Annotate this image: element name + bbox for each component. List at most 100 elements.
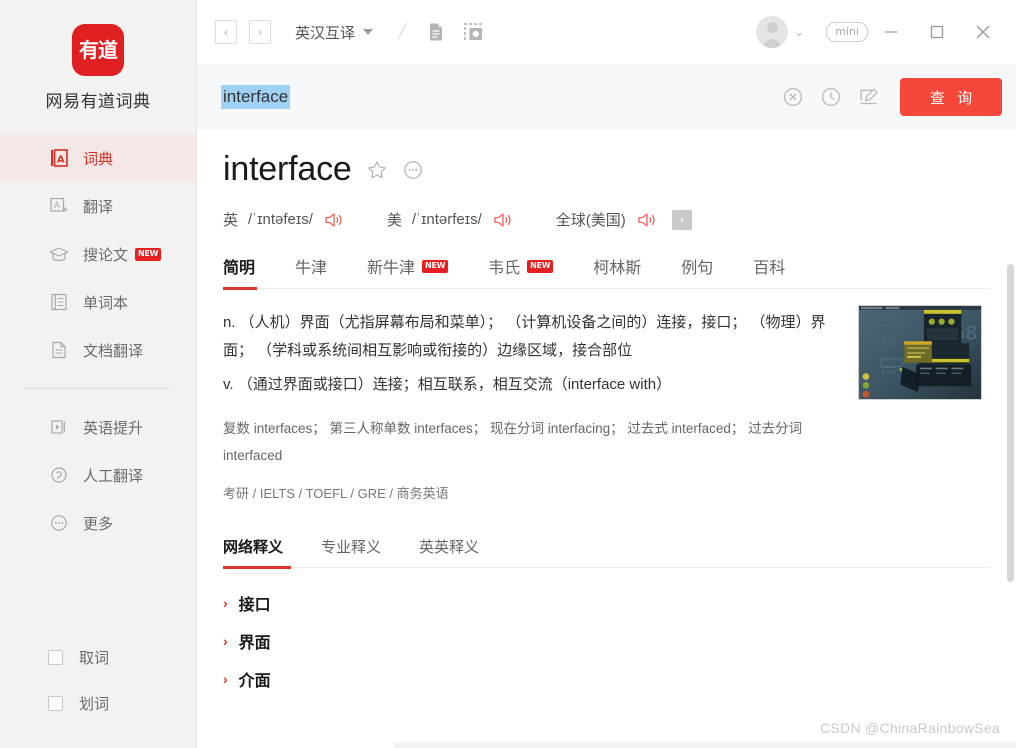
- thumbnail-image: 58 ne: [859, 306, 981, 399]
- tab-webster[interactable]: 韦氏 NEW: [488, 254, 554, 288]
- pronunciation-phonetic: /ˈɪntərfeɪs/: [411, 211, 482, 228]
- web-entries-list: › 接口 › 界面 › 介面: [223, 584, 990, 698]
- avatar[interactable]: [756, 16, 789, 48]
- avatar-chevron-down-icon[interactable]: ⌄: [794, 25, 804, 39]
- tab-label: 英英释义: [419, 539, 480, 556]
- svg-text:A: A: [54, 201, 60, 211]
- avatar-body: [762, 39, 783, 48]
- forward-button[interactable]: ›: [249, 20, 271, 44]
- sidebar-item-search-paper[interactable]: 搜论文 NEW: [0, 230, 196, 278]
- sidebar-bottom: 取词 划词: [0, 634, 196, 748]
- sidebar-nav: A 词典 A 翻译 搜论文 NEW 单词本 文档翻译 英语提升 人工翻译 更多: [0, 134, 196, 547]
- tab-label: 专业释义: [321, 539, 382, 556]
- sidebar-item-dictionary[interactable]: A 词典: [0, 134, 196, 182]
- checkbox-row-huaci[interactable]: 划词: [0, 680, 196, 726]
- new-badge: NEW: [135, 247, 162, 261]
- chevron-right-icon: ›: [223, 671, 228, 687]
- scrollbar[interactable]: [1007, 260, 1014, 748]
- tab-professional-definition[interactable]: 专业释义: [321, 536, 381, 567]
- sidebar-item-wordbook[interactable]: 单词本: [0, 278, 196, 326]
- checkbox-label: 划词: [79, 695, 110, 713]
- sidebar-item-label: 单词本: [83, 294, 129, 312]
- language-mode-label: 英汉互译: [295, 24, 356, 42]
- sidebar-item-label: 英语提升: [83, 419, 144, 437]
- tab-english-definition[interactable]: 英英释义: [419, 536, 479, 567]
- document-tool-icon[interactable]: [419, 17, 453, 47]
- more-circle-icon: [48, 512, 70, 534]
- tab-encyclopedia[interactable]: 百科: [753, 254, 785, 288]
- mini-mode-button[interactable]: mini: [826, 22, 868, 42]
- list-item[interactable]: › 介面: [223, 660, 990, 698]
- clear-icon[interactable]: [774, 78, 812, 116]
- search-input[interactable]: interface: [221, 84, 774, 110]
- sidebar-item-translate[interactable]: A 翻译: [0, 182, 196, 230]
- bottom-strip: [394, 742, 1016, 748]
- checkbox-row-quci[interactable]: 取词: [0, 634, 196, 680]
- tab-label: 新牛津: [367, 260, 416, 277]
- pronunciation-region: 全球(美国): [555, 212, 626, 229]
- tab-jianming[interactable]: 简明: [223, 254, 258, 290]
- tab-collins[interactable]: 柯林斯: [593, 254, 641, 288]
- definition-noun: n. （人机）界面（尤指屏幕布局和菜单）； （计算机设备之间的）连接，接口； （…: [223, 314, 826, 359]
- search-bar: interface 查 询: [197, 64, 1016, 130]
- list-item[interactable]: › 界面: [223, 622, 990, 660]
- tab-label: 韦氏: [488, 260, 521, 277]
- sidebar-item-more[interactable]: 更多: [0, 499, 196, 547]
- brand-name: 网易有道词典: [45, 92, 151, 111]
- document-icon: [48, 339, 70, 361]
- chevron-right-icon: ›: [223, 633, 228, 649]
- language-mode-selector[interactable]: 英汉互译: [295, 22, 374, 43]
- headset-icon: [48, 464, 70, 486]
- scrollbar-thumb[interactable]: [1007, 264, 1014, 582]
- chevron-down-icon: [363, 29, 374, 35]
- new-badge: NEW: [527, 259, 554, 273]
- tab-examples[interactable]: 例句: [681, 254, 713, 288]
- history-icon[interactable]: [812, 78, 850, 116]
- pronunciation-row: 英 /ˈɪntəfeɪs/ 美 /ˈɪntərfeɪs/ 全球(美国) ›: [223, 209, 990, 230]
- sidebar-item-human-translate[interactable]: 人工翻译: [0, 451, 196, 499]
- more-circle-icon[interactable]: [402, 159, 424, 181]
- checkbox-huaci[interactable]: [48, 695, 63, 711]
- list-item-label: 界面: [238, 635, 271, 652]
- page-title: interface: [223, 150, 352, 188]
- speaker-icon[interactable]: [323, 210, 345, 230]
- screenshot-tool-icon[interactable]: [457, 17, 491, 47]
- list-item[interactable]: › 接口: [223, 584, 990, 622]
- minimize-button[interactable]: [868, 9, 914, 55]
- title-bar: ‹ › 英汉互译 / ⌄ mini: [197, 0, 1016, 64]
- pronunciation-us: 美 /ˈɪntərfeɪs/: [387, 209, 514, 230]
- window-controls: ⌄ mini: [756, 9, 1016, 55]
- web-definition-tabs: 网络释义 专业释义 英英释义: [223, 536, 990, 569]
- pronunciation-region: 美: [386, 212, 402, 229]
- entry-thumbnail[interactable]: 58 ne: [858, 305, 982, 400]
- close-button[interactable]: [960, 9, 1006, 55]
- tab-web-definition[interactable]: 网络释义: [223, 536, 292, 569]
- handwrite-icon[interactable]: [850, 78, 888, 116]
- speaker-icon[interactable]: [636, 210, 658, 230]
- star-outline-icon[interactable]: [366, 159, 388, 181]
- query-button[interactable]: 查 询: [900, 78, 1002, 116]
- sidebar: 有道 网易有道词典 A 词典 A 翻译 搜论文 NEW 单词本 文档翻译 英语提…: [0, 0, 197, 748]
- new-badge: NEW: [422, 259, 449, 273]
- checkbox-quci[interactable]: [48, 649, 63, 665]
- pronunciation-region: 英: [223, 212, 239, 229]
- tab-label: 百科: [753, 260, 786, 277]
- tab-label: 例句: [681, 260, 714, 277]
- chevron-right-icon: ›: [223, 595, 228, 611]
- back-button[interactable]: ‹: [215, 20, 237, 44]
- tab-oxford[interactable]: 牛津: [295, 254, 327, 288]
- youdao-logo-icon: 有道: [72, 24, 124, 76]
- sidebar-item-label: 文档翻译: [83, 342, 144, 360]
- tab-label: 简明: [223, 260, 256, 277]
- tab-new-oxford[interactable]: 新牛津 NEW: [367, 254, 449, 288]
- sidebar-item-doc-translate[interactable]: 文档翻译: [0, 326, 196, 374]
- sidebar-item-english-boost[interactable]: 英语提升: [0, 403, 196, 451]
- tab-label: 牛津: [295, 260, 328, 277]
- app-window: 有道 网易有道词典 A 词典 A 翻译 搜论文 NEW 单词本 文档翻译 英语提…: [0, 0, 1016, 748]
- dictionary-tabs: 简明 牛津 新牛津 NEW 韦氏 NEW 柯林斯 例句 百科: [223, 254, 990, 290]
- maximize-button[interactable]: [914, 9, 960, 55]
- dictionary-icon: A: [48, 147, 70, 169]
- chevron-right-icon[interactable]: ›: [671, 209, 692, 230]
- speaker-icon[interactable]: [492, 210, 514, 230]
- brand-block: 有道 网易有道词典: [0, 0, 196, 112]
